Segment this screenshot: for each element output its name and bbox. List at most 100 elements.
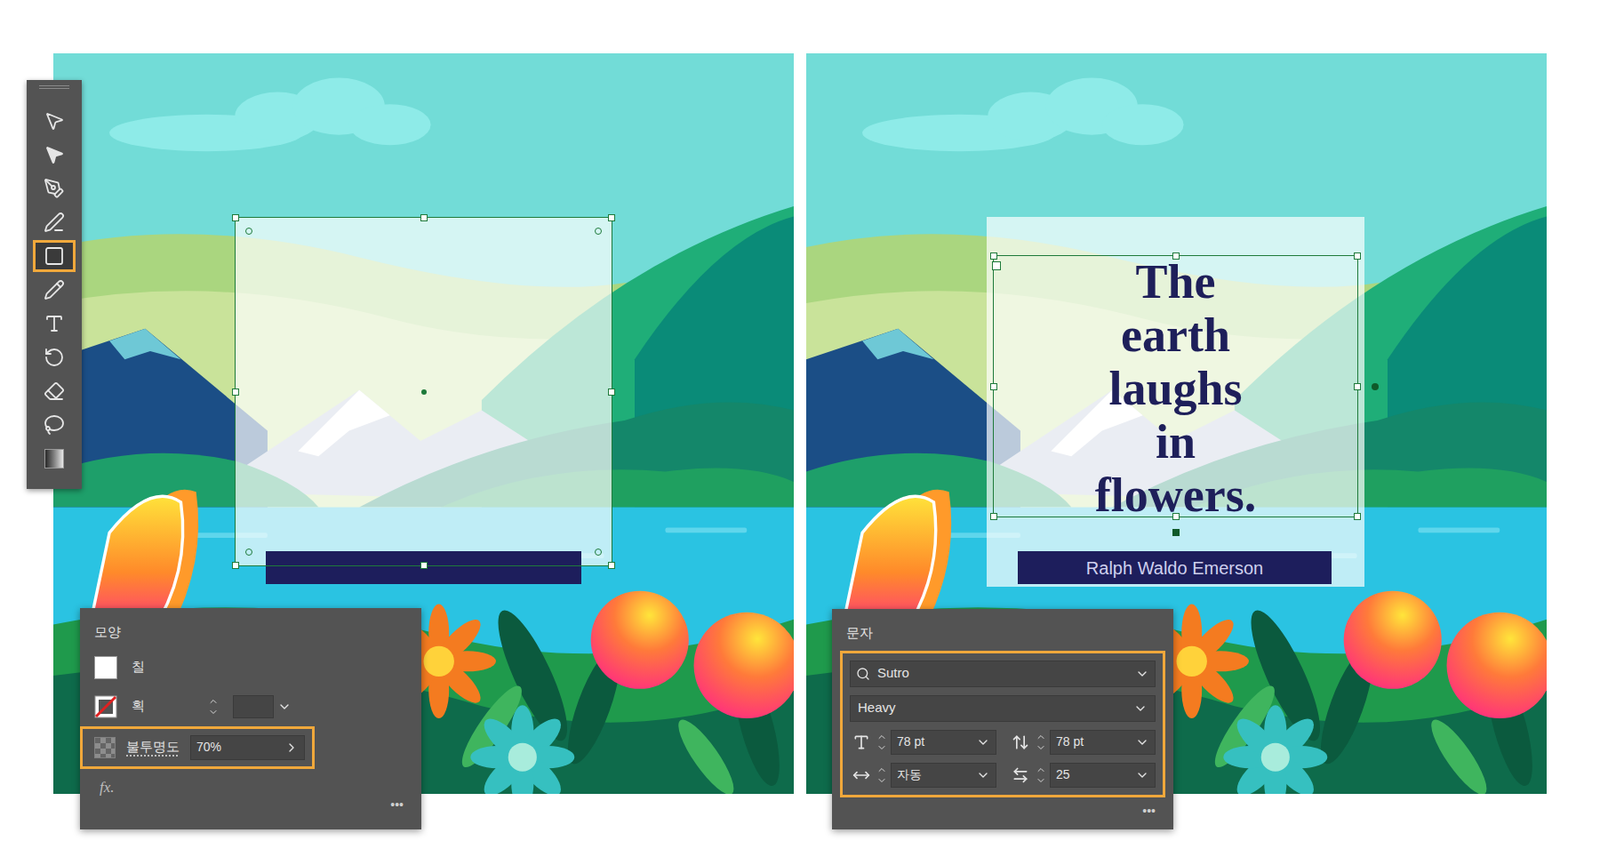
selection-handle[interactable] [990, 252, 998, 260]
selection-handle[interactable] [420, 214, 428, 222]
dropdown-icon[interactable] [277, 699, 292, 714]
down-icon[interactable] [1035, 742, 1047, 753]
in-port[interactable] [992, 261, 1001, 271]
selection-frame[interactable] [992, 255, 1359, 518]
opacity-input[interactable]: 70% [190, 735, 305, 760]
down-icon[interactable] [208, 706, 219, 718]
rotate-tool-icon[interactable] [43, 346, 65, 368]
tool-button[interactable] [32, 206, 76, 239]
selection-handle[interactable] [990, 383, 998, 391]
fx-button[interactable]: fx. [80, 768, 422, 800]
tool-button[interactable] [32, 273, 76, 306]
tool-button[interactable] [32, 104, 76, 137]
stroke-row[interactable]: 획 [80, 687, 422, 727]
panel-title: 문자 [832, 608, 1174, 651]
selection-handle[interactable] [232, 214, 240, 222]
expand-icon[interactable] [284, 740, 299, 755]
fill-row[interactable]: 칠 [80, 648, 422, 688]
font-family-dropdown[interactable]: Sutro [849, 660, 1156, 688]
down-icon[interactable] [876, 775, 888, 786]
selection-handle[interactable] [990, 512, 998, 520]
fill-swatch[interactable] [94, 656, 118, 680]
dropdown-icon[interactable] [1135, 735, 1150, 750]
opacity-label[interactable]: 불투명도 [126, 736, 180, 758]
selection-handle[interactable] [608, 388, 616, 396]
font-size-field[interactable]: 78 pt [849, 729, 997, 755]
dropdown-icon[interactable] [976, 735, 991, 750]
corner-widget[interactable] [594, 227, 602, 235]
stepper[interactable] [208, 696, 219, 718]
direct-selection-tool-icon[interactable] [43, 144, 65, 166]
selection-handle[interactable] [608, 214, 616, 222]
tracking-field[interactable]: 25 [1008, 762, 1156, 788]
dropdown-icon[interactable] [1135, 666, 1150, 681]
dropdown-icon[interactable] [976, 768, 991, 783]
gradient-tool-icon[interactable] [44, 448, 64, 469]
kerning-icon [852, 766, 871, 784]
quote-text[interactable]: Theearthlaughsinflowers. [992, 255, 1359, 522]
lasso-tool-icon[interactable] [43, 414, 65, 436]
center-point [421, 389, 427, 395]
selection-handle[interactable] [1172, 252, 1180, 260]
tools-panel [26, 80, 82, 489]
corner-widget[interactable] [245, 227, 253, 235]
up-icon[interactable] [1035, 764, 1047, 776]
curvature-tool-icon[interactable] [43, 211, 65, 233]
out-port[interactable] [1371, 383, 1379, 391]
tool-button[interactable] [32, 375, 76, 408]
more-button[interactable]: ••• [1142, 797, 1174, 817]
tool-button[interactable] [32, 138, 76, 171]
checkerboard-icon [94, 736, 116, 759]
shaper-tool-icon[interactable] [43, 279, 65, 301]
selection-handle[interactable] [1353, 252, 1361, 260]
down-icon[interactable] [1035, 775, 1047, 786]
kerning-field[interactable]: 자동 [849, 762, 997, 788]
selection-frame[interactable] [234, 216, 613, 567]
opacity-row[interactable]: 불투명도 70% [80, 726, 315, 769]
stepper[interactable] [876, 764, 888, 786]
selection-handle[interactable] [608, 561, 616, 569]
pen-tool-icon[interactable] [43, 177, 65, 200]
selection-handle[interactable] [232, 561, 240, 569]
quote-line: The [1135, 255, 1216, 309]
leading-field[interactable]: 78 pt [1008, 729, 1156, 755]
tool-button[interactable] [32, 442, 76, 475]
corner-widget[interactable] [594, 548, 602, 556]
selection-handle[interactable] [1172, 512, 1180, 520]
tool-button[interactable] [32, 240, 76, 272]
eraser-tool-icon[interactable] [43, 380, 65, 402]
appearance-panel: 모양칠획불투명도 70% fx.••• [80, 608, 422, 830]
stepper[interactable] [876, 731, 888, 753]
up-icon[interactable] [876, 731, 888, 743]
caption-bar[interactable]: Ralph Waldo Emerson [1017, 551, 1332, 584]
tool-button[interactable] [32, 307, 76, 340]
dropdown-icon[interactable] [1135, 768, 1150, 783]
tool-button[interactable] [32, 172, 76, 205]
bottom-port[interactable] [1172, 528, 1180, 536]
font-size-icon [852, 733, 871, 752]
selection-handle[interactable] [1353, 383, 1361, 391]
panel-title: 모양 [80, 608, 422, 648]
stepper[interactable] [1035, 764, 1047, 786]
character-panel: 문자 Sutro Heavy 78 pt 78 pt 자동 25 ••• [832, 608, 1174, 830]
selection-handle[interactable] [232, 388, 240, 396]
more-button[interactable]: ••• [390, 798, 422, 811]
rectangle-tool-icon[interactable] [43, 245, 65, 267]
tool-button[interactable] [32, 341, 76, 374]
selection-handle[interactable] [1353, 512, 1361, 520]
stroke-weight-input[interactable] [232, 695, 274, 719]
up-icon[interactable] [876, 764, 888, 776]
selection-tool-icon[interactable] [43, 110, 65, 132]
panel-grip[interactable] [39, 85, 70, 89]
no-stroke-icon[interactable] [94, 695, 118, 719]
type-tool-icon[interactable] [43, 312, 65, 335]
font-style-dropdown[interactable]: Heavy [849, 695, 1156, 722]
tool-button[interactable] [32, 408, 76, 441]
corner-widget[interactable] [245, 548, 253, 556]
down-icon[interactable] [876, 742, 888, 753]
up-icon[interactable] [208, 696, 219, 707]
stepper[interactable] [1035, 731, 1047, 753]
up-icon[interactable] [1035, 731, 1047, 743]
selection-handle[interactable] [420, 561, 428, 569]
dropdown-icon[interactable] [1133, 701, 1148, 716]
